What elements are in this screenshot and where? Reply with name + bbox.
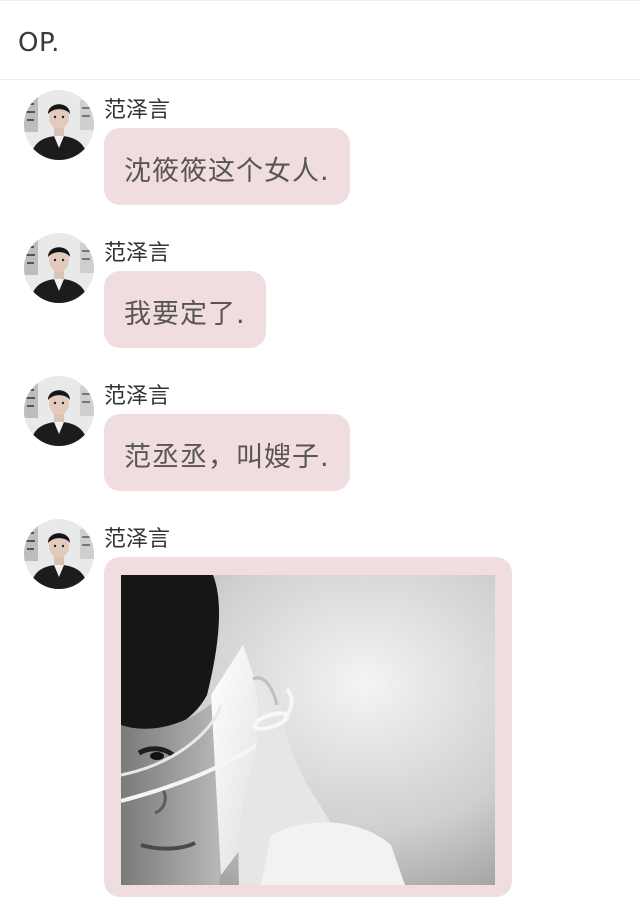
- portrait-photo[interactable]: [121, 575, 495, 885]
- sender-name: 范泽言: [104, 241, 171, 266]
- chat-title: OP.: [18, 28, 60, 58]
- message-bubble[interactable]: 我要定了.: [104, 271, 266, 348]
- sender-name: 范泽言: [104, 384, 171, 409]
- sender-name: 范泽言: [104, 98, 171, 123]
- chat-header: OP.: [0, 0, 640, 80]
- image-message-bubble[interactable]: [104, 557, 512, 897]
- message-bubble[interactable]: 沈筱筱这个女人.: [104, 128, 350, 205]
- avatar[interactable]: [24, 90, 94, 160]
- sender-name: 范泽言: [104, 527, 171, 552]
- avatar[interactable]: [24, 519, 94, 589]
- avatar[interactable]: [24, 233, 94, 303]
- message-bubble[interactable]: 范丞丞，叫嫂子.: [104, 414, 350, 491]
- avatar[interactable]: [24, 376, 94, 446]
